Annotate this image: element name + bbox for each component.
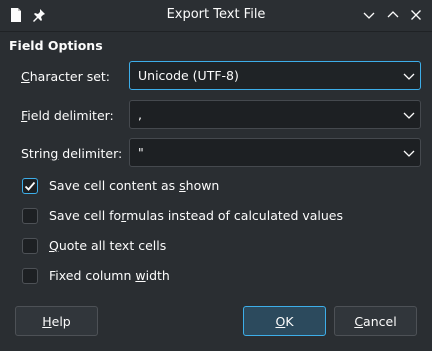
string-delimiter-value: "	[138, 145, 144, 160]
field-delimiter-label: Field delimiter:	[21, 108, 114, 123]
help-button[interactable]: Help	[15, 306, 98, 336]
chevron-down-icon	[403, 150, 415, 157]
chevron-up-icon	[387, 11, 399, 18]
checkbox-box[interactable]	[22, 208, 38, 224]
chevron-down-icon	[403, 73, 415, 80]
title-bar[interactable]: Export Text File	[0, 0, 432, 32]
checkbox-label: Quote all text cells	[49, 238, 167, 253]
ok-button-label: OK	[275, 313, 294, 329]
checkbox-box[interactable]	[22, 178, 38, 194]
string-delimiter-label: String delimiter:	[21, 146, 123, 161]
help-button-label: Help	[42, 313, 71, 329]
string-delimiter-combobox[interactable]: "	[129, 138, 421, 167]
minimize-button[interactable]	[358, 5, 380, 25]
checkmark-icon	[24, 181, 36, 191]
cancel-button-label: Cancel	[354, 313, 397, 329]
checkbox-box[interactable]	[22, 268, 38, 284]
section-title: Field Options	[9, 38, 103, 53]
field-delimiter-combobox[interactable]: ,	[129, 100, 421, 129]
chevron-down-icon	[363, 12, 375, 19]
ok-button[interactable]: OK	[243, 306, 326, 336]
checkbox-label: Fixed column width	[49, 268, 170, 283]
character-set-combobox[interactable]: Unicode (UTF-8)	[129, 61, 421, 90]
maximize-button[interactable]	[382, 5, 404, 25]
cancel-button[interactable]: Cancel	[334, 306, 417, 336]
field-delimiter-value: ,	[138, 107, 142, 122]
close-icon	[411, 10, 421, 20]
chevron-down-icon	[403, 112, 415, 119]
checkbox-label: Save cell formulas instead of calculated…	[49, 208, 344, 223]
checkbox-box[interactable]	[22, 238, 38, 254]
character-set-value: Unicode (UTF-8)	[138, 68, 239, 83]
character-set-label: Character set:	[21, 69, 111, 84]
close-button[interactable]	[405, 5, 427, 25]
checkbox-label: Save cell content as shown	[49, 178, 220, 193]
